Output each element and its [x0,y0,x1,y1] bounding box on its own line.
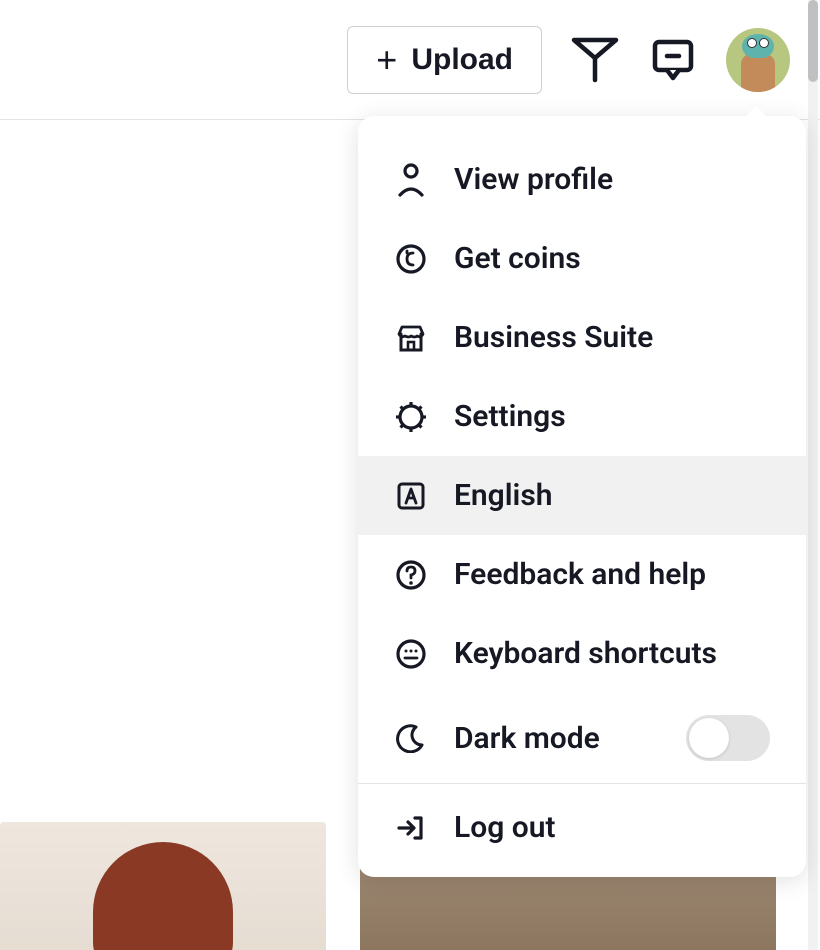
menu-label: Business Suite [454,320,770,355]
menu-item-language[interactable]: English [358,456,806,535]
messages-icon[interactable] [570,35,620,85]
menu-label: Log out [454,810,770,845]
menu-label: View profile [454,162,770,197]
video-thumbnail[interactable] [0,822,326,950]
menu-label: Feedback and help [454,557,770,592]
scrollbar-thumb[interactable] [808,0,818,82]
profile-dropdown: View profile Get coins Business Suite [358,116,806,877]
menu-item-view-profile[interactable]: View profile [358,140,806,219]
upload-label: Upload [411,43,513,77]
menu-item-feedback[interactable]: Feedback and help [358,535,806,614]
person-icon [394,163,428,197]
language-icon [394,479,428,513]
dark-mode-toggle[interactable] [686,715,770,761]
logout-icon [394,811,428,845]
inbox-icon[interactable] [648,35,698,85]
menu-item-business-suite[interactable]: Business Suite [358,298,806,377]
header: + Upload [0,0,820,120]
menu-label: Settings [454,399,770,434]
upload-button[interactable]: + Upload [347,26,542,94]
help-icon [394,558,428,592]
menu-item-get-coins[interactable]: Get coins [358,219,806,298]
menu-label: English [454,478,770,513]
menu-item-settings[interactable]: Settings [358,377,806,456]
store-icon [394,321,428,355]
gear-icon [394,400,428,434]
menu-item-dark-mode: Dark mode [358,693,806,783]
coin-icon [394,242,428,276]
moon-icon [394,721,428,755]
menu-label: Get coins [454,241,770,276]
plus-icon: + [376,51,397,69]
menu-label: Keyboard shortcuts [454,636,770,671]
avatar[interactable] [726,28,790,92]
scrollbar[interactable] [808,0,818,950]
menu-item-shortcuts[interactable]: Keyboard shortcuts [358,614,806,693]
toggle-knob [689,718,729,758]
menu-item-logout[interactable]: Log out [358,784,806,877]
menu-label: Dark mode [454,721,660,756]
keyboard-icon [394,637,428,671]
